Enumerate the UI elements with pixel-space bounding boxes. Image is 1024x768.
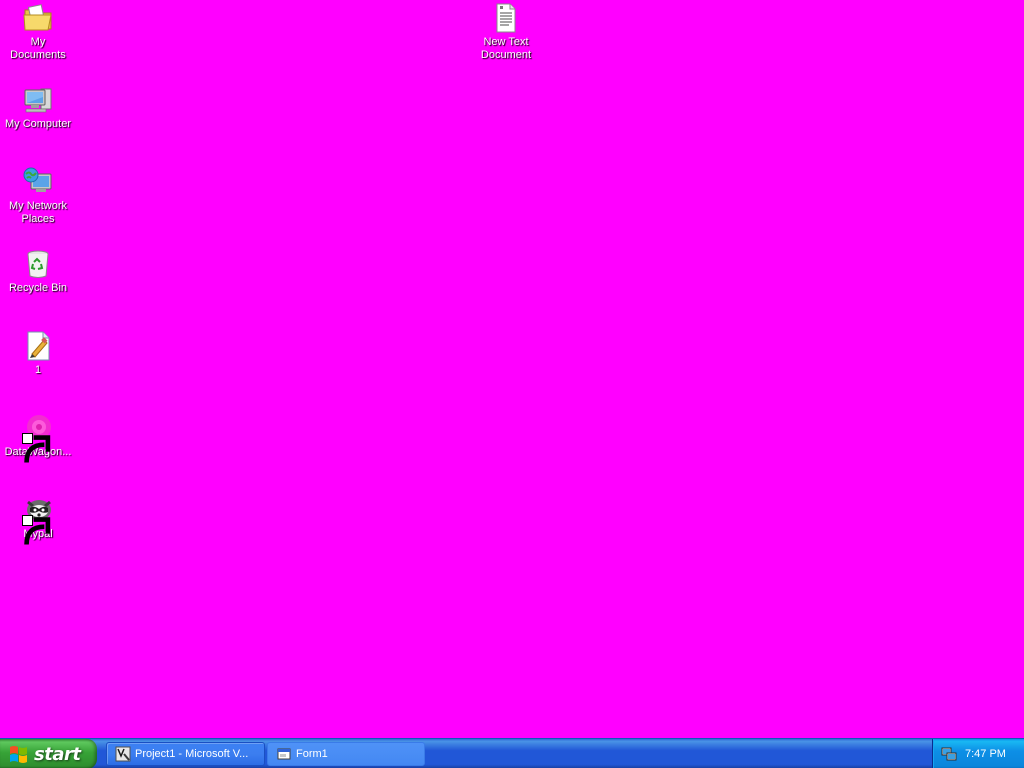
network-tray-icon[interactable] xyxy=(941,746,957,762)
desktop-icon-label: My Documents xyxy=(10,36,66,61)
image-file-icon xyxy=(22,330,54,362)
datawagon-shortcut-icon xyxy=(22,412,54,463)
desktop-icon-label: My Network Places xyxy=(8,200,68,225)
start-label: start xyxy=(34,743,81,765)
taskbar: start Project1 - Microsoft V... Form1 7:… xyxy=(0,738,1024,768)
recycle-bin-icon xyxy=(22,248,54,280)
text-document-icon xyxy=(490,2,522,34)
taskbar-button-label: Form1 xyxy=(296,748,328,760)
desktop-icon-datawagon[interactable]: DataWagon... xyxy=(0,412,76,463)
windows-flag-icon xyxy=(10,746,27,763)
network-places-icon xyxy=(22,166,54,198)
shortcut-arrow-icon xyxy=(22,515,51,545)
clock[interactable]: 7:47 PM xyxy=(965,748,1006,760)
desktop[interactable]: My Documents My Computer My Network Plac… xyxy=(0,0,1024,738)
desktop-icon-mypal[interactable]: Mypal xyxy=(0,494,76,545)
taskbar-button-project1[interactable]: Project1 - Microsoft V... xyxy=(106,742,265,766)
desktop-icon-new-text-document[interactable]: New Text Document xyxy=(468,2,544,62)
visual-basic-icon xyxy=(115,746,131,762)
start-button[interactable]: start xyxy=(0,739,97,768)
desktop-icon-my-documents[interactable]: My Documents xyxy=(0,2,76,62)
taskbar-button-form1[interactable]: Form1 xyxy=(267,742,425,766)
computer-icon xyxy=(22,84,54,116)
desktop-icon-label: Recycle Bin xyxy=(8,282,68,294)
desktop-icon-recycle-bin[interactable]: Recycle Bin xyxy=(0,248,76,295)
form-window-icon xyxy=(277,748,291,760)
desktop-icon-my-network-places[interactable]: My Network Places xyxy=(0,166,76,226)
desktop-icon-my-computer[interactable]: My Computer xyxy=(0,84,76,131)
system-tray: 7:47 PM xyxy=(932,739,1024,768)
shortcut-arrow-icon xyxy=(22,433,51,463)
taskbar-button-label: Project1 - Microsoft V... xyxy=(135,748,249,760)
mypal-shortcut-icon xyxy=(22,494,54,545)
folder-documents-icon xyxy=(22,2,54,34)
desktop-icon-1[interactable]: 1 xyxy=(0,330,76,377)
desktop-icon-label: My Computer xyxy=(4,118,72,130)
desktop-icon-label: 1 xyxy=(34,364,42,376)
desktop-icon-label: New Text Document xyxy=(480,36,532,61)
